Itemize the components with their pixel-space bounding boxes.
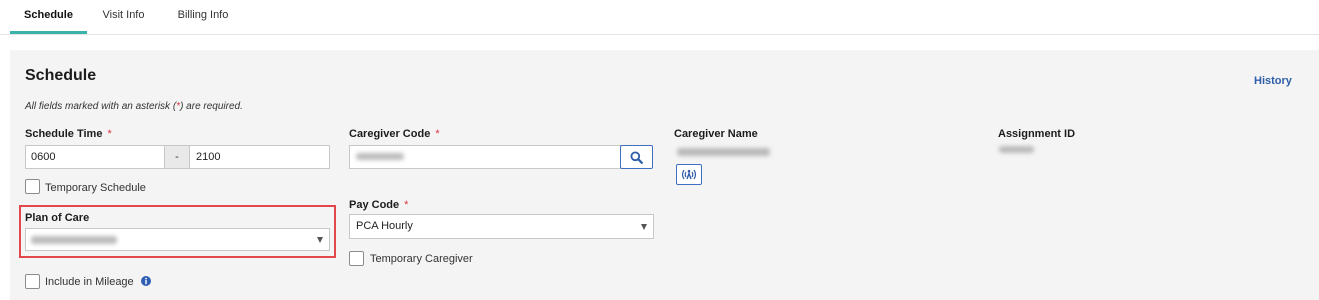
tab-billing-info[interactable]: Billing Info [160,0,246,34]
page-title: Schedule [25,67,97,84]
history-link[interactable]: History [1254,75,1292,88]
caregiver-code-input[interactable] [349,145,621,169]
pay-code-select[interactable]: PCA Hourly [349,214,654,239]
schedule-start-time-input[interactable] [25,145,165,169]
plan-of-care-label: Plan of Care [25,212,90,224]
chevron-down-icon [641,224,647,230]
required-note-text: All fields marked with an asterisk ( [25,101,177,112]
required-asterisk: * [435,128,440,140]
info-icon[interactable] [141,276,151,286]
temporary-caregiver-label: Temporary Caregiver [370,253,473,265]
include-in-mileage-checkbox[interactable] [25,274,40,289]
tab-schedule[interactable]: Schedule [10,0,87,34]
include-in-mileage-label: Include in Mileage [45,276,134,288]
caregiver-code-label: Caregiver Code * [349,128,440,141]
search-icon [630,151,643,164]
caregiver-search-button[interactable] [620,145,653,169]
caregiver-lookup-button[interactable] [676,164,702,185]
chevron-down-icon [317,237,323,243]
required-asterisk: * [107,128,112,140]
temporary-caregiver-checkbox[interactable] [349,251,364,266]
plan-of-care-select[interactable] [25,228,330,251]
tab-visit-info[interactable]: Visit Info [87,0,160,34]
required-fields-note: All fields marked with an asterisk (*) a… [25,100,243,113]
temporary-schedule-label: Temporary Schedule [45,182,146,194]
schedule-panel [10,50,1319,300]
pay-code-selected-value: PCA Hourly [356,220,413,232]
broadcast-user-icon [681,169,697,180]
schedule-time-label-text: Schedule Time [25,128,103,140]
caregiver-name-label: Caregiver Name [674,128,758,140]
pay-code-label: Pay Code * [349,199,408,212]
schedule-end-time-input[interactable] [189,145,330,169]
assignment-id-label: Assignment ID [998,128,1076,140]
required-asterisk: * [404,199,409,211]
caregiver-code-label-text: Caregiver Code [349,128,431,140]
schedule-time-label: Schedule Time * [25,128,112,141]
pay-code-label-text: Pay Code [349,199,400,211]
tab-bar-divider [0,34,1319,35]
required-note-text: ) are required. [180,101,243,112]
time-range-separator: - [164,145,190,169]
temporary-schedule-checkbox[interactable] [25,179,40,194]
